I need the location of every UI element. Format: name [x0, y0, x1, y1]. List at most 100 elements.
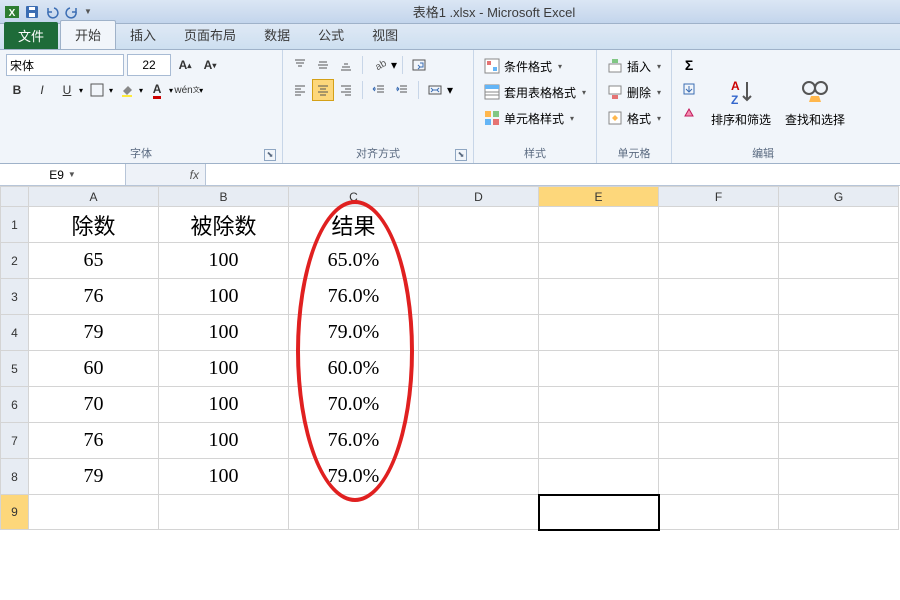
cell-C6[interactable]: 70.0%	[289, 387, 419, 423]
border-button[interactable]	[86, 79, 108, 101]
cell-A2[interactable]: 65	[29, 243, 159, 279]
cell-C3[interactable]: 76.0%	[289, 279, 419, 315]
orientation-icon[interactable]: ab	[368, 54, 390, 76]
cell-E3[interactable]	[539, 279, 659, 315]
cell-A4[interactable]: 79	[29, 315, 159, 351]
cell-G1[interactable]	[779, 207, 899, 243]
italic-button[interactable]: I	[31, 79, 53, 101]
bold-button[interactable]: B	[6, 79, 28, 101]
cell-A9[interactable]	[29, 495, 159, 530]
insert-cells-button[interactable]: 插入▾	[603, 54, 665, 78]
row-header-6[interactable]: 6	[1, 387, 29, 423]
font-dialog-launcher[interactable]: ⬊	[264, 149, 276, 161]
cell-D8[interactable]	[419, 459, 539, 495]
cell-F5[interactable]	[659, 351, 779, 387]
cell-G8[interactable]	[779, 459, 899, 495]
cell-B6[interactable]: 100	[159, 387, 289, 423]
orientation-dropdown-icon[interactable]: ▾	[391, 58, 397, 72]
cell-B1[interactable]: 被除数	[159, 207, 289, 243]
tab-view[interactable]: 视图	[358, 21, 412, 49]
decrease-font-icon[interactable]: A▾	[199, 54, 221, 76]
underline-button[interactable]: U	[56, 79, 78, 101]
col-header-C[interactable]: C	[289, 187, 419, 207]
border-dropdown-icon[interactable]: ▾	[109, 86, 113, 95]
cell-E9[interactable]	[539, 495, 659, 530]
delete-cells-button[interactable]: 删除▾	[603, 80, 665, 104]
format-cells-button[interactable]: 格式▾	[603, 106, 665, 130]
align-right-icon[interactable]	[335, 79, 357, 101]
cell-C7[interactable]: 76.0%	[289, 423, 419, 459]
cell-G9[interactable]	[779, 495, 899, 530]
underline-dropdown-icon[interactable]: ▾	[79, 86, 83, 95]
clear-icon[interactable]	[678, 102, 700, 124]
tab-home[interactable]: 开始	[60, 20, 116, 49]
formula-input[interactable]	[206, 164, 900, 185]
cell-F9[interactable]	[659, 495, 779, 530]
cell-C9[interactable]	[289, 495, 419, 530]
autosum-icon[interactable]: Σ	[678, 54, 700, 76]
cell-D4[interactable]	[419, 315, 539, 351]
increase-font-icon[interactable]: A▴	[174, 54, 196, 76]
font-size-combo[interactable]	[127, 54, 171, 76]
cell-D3[interactable]	[419, 279, 539, 315]
cell-D7[interactable]	[419, 423, 539, 459]
row-header-5[interactable]: 5	[1, 351, 29, 387]
tab-insert[interactable]: 插入	[116, 21, 170, 49]
cell-D2[interactable]	[419, 243, 539, 279]
cell-B8[interactable]: 100	[159, 459, 289, 495]
align-top-icon[interactable]	[289, 54, 311, 76]
cell-G6[interactable]	[779, 387, 899, 423]
cell-styles-button[interactable]: 单元格样式▾	[480, 106, 590, 130]
cell-E4[interactable]	[539, 315, 659, 351]
cell-E6[interactable]	[539, 387, 659, 423]
increase-indent-icon[interactable]	[391, 79, 413, 101]
cell-B7[interactable]: 100	[159, 423, 289, 459]
decrease-indent-icon[interactable]	[368, 79, 390, 101]
tab-page-layout[interactable]: 页面布局	[170, 21, 250, 49]
fill-icon[interactable]	[678, 78, 700, 100]
cell-A6[interactable]: 70	[29, 387, 159, 423]
cell-A7[interactable]: 76	[29, 423, 159, 459]
select-all-corner[interactable]	[1, 187, 29, 207]
tab-data[interactable]: 数据	[250, 21, 304, 49]
cell-G5[interactable]	[779, 351, 899, 387]
cell-G4[interactable]	[779, 315, 899, 351]
cell-E7[interactable]	[539, 423, 659, 459]
worksheet-grid[interactable]: ABCDEFG1除数被除数结果26510065.0%37610076.0%479…	[0, 186, 900, 530]
col-header-G[interactable]: G	[779, 187, 899, 207]
cell-F6[interactable]	[659, 387, 779, 423]
cell-G2[interactable]	[779, 243, 899, 279]
find-select-button[interactable]: 查找和选择	[782, 54, 848, 145]
cell-C5[interactable]: 60.0%	[289, 351, 419, 387]
cell-B3[interactable]: 100	[159, 279, 289, 315]
tab-formulas[interactable]: 公式	[304, 21, 358, 49]
cell-F2[interactable]	[659, 243, 779, 279]
sort-filter-button[interactable]: AZ 排序和筛选	[708, 54, 774, 145]
cell-B9[interactable]	[159, 495, 289, 530]
align-center-icon[interactable]	[312, 79, 334, 101]
merge-dropdown-icon[interactable]: ▾	[447, 83, 453, 97]
cell-C8[interactable]: 79.0%	[289, 459, 419, 495]
cell-C1[interactable]: 结果	[289, 207, 419, 243]
merge-center-icon[interactable]	[424, 79, 446, 101]
undo-icon[interactable]	[44, 4, 60, 20]
redo-icon[interactable]	[64, 4, 80, 20]
col-header-E[interactable]: E	[539, 187, 659, 207]
col-header-F[interactable]: F	[659, 187, 779, 207]
cell-E2[interactable]	[539, 243, 659, 279]
align-bottom-icon[interactable]	[335, 54, 357, 76]
align-left-icon[interactable]	[289, 79, 311, 101]
col-header-B[interactable]: B	[159, 187, 289, 207]
cell-D9[interactable]	[419, 495, 539, 530]
cell-B4[interactable]: 100	[159, 315, 289, 351]
phonetic-dropdown-icon[interactable]: ▾	[199, 86, 203, 95]
name-box[interactable]: E9▼	[0, 164, 126, 185]
qat-dropdown-icon[interactable]: ▼	[84, 7, 92, 16]
fx-label[interactable]: fx	[126, 164, 206, 185]
cell-C4[interactable]: 79.0%	[289, 315, 419, 351]
cell-F8[interactable]	[659, 459, 779, 495]
cell-E1[interactable]	[539, 207, 659, 243]
row-header-2[interactable]: 2	[1, 243, 29, 279]
font-name-combo[interactable]	[6, 54, 124, 76]
row-header-1[interactable]: 1	[1, 207, 29, 243]
